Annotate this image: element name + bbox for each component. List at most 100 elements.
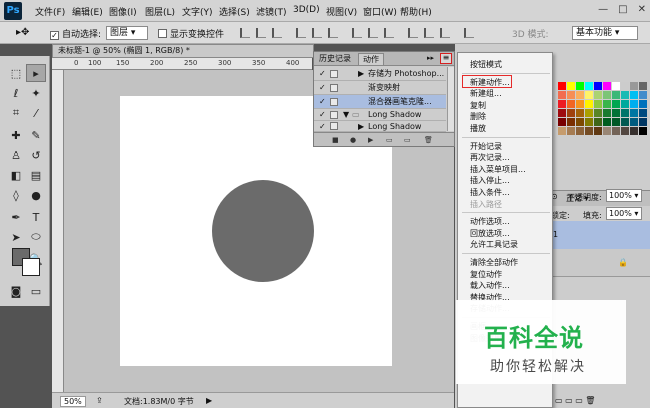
swatch-chip[interactable] xyxy=(612,91,620,99)
zoom-level[interactable]: 50% xyxy=(60,396,86,407)
dodge-tool-icon[interactable]: ● xyxy=(26,186,46,204)
swatch-chip[interactable] xyxy=(585,82,593,90)
swatch-chip[interactable] xyxy=(558,118,566,126)
swatch-chip[interactable] xyxy=(630,127,638,135)
swatch-chip[interactable] xyxy=(630,118,638,126)
brush-tool-icon[interactable]: ✎ xyxy=(26,126,46,144)
menu-item[interactable]: 复位动作 xyxy=(470,269,502,280)
close-icon[interactable]: ✕ xyxy=(638,4,646,15)
swatch-chip[interactable] xyxy=(585,91,593,99)
menu-layer[interactable]: 图层(L) xyxy=(145,5,175,18)
menu-edit[interactable]: 编辑(E) xyxy=(72,5,103,18)
swatch-chip[interactable] xyxy=(567,118,575,126)
menu-item[interactable]: 插入停止... xyxy=(470,175,510,186)
swatch-chip[interactable] xyxy=(603,127,611,135)
align-left-icon[interactable] xyxy=(296,28,306,38)
swatch-chip[interactable] xyxy=(630,82,638,90)
menu-item[interactable]: 播放 xyxy=(470,123,486,134)
align-center-icon[interactable] xyxy=(312,28,322,38)
swatch-chip[interactable] xyxy=(630,91,638,99)
swatch-chip[interactable] xyxy=(576,109,584,117)
swatch-chip[interactable] xyxy=(630,100,638,108)
menu-help[interactable]: 帮助(H) xyxy=(400,5,432,18)
menu-view[interactable]: 视图(V) xyxy=(326,5,357,18)
distribute-right-icon[interactable] xyxy=(440,28,450,38)
swatch-chip[interactable] xyxy=(621,109,629,117)
action-row[interactable]: ✓ 渐变映射 xyxy=(314,81,446,95)
swatch-chip[interactable] xyxy=(612,100,620,108)
swatch-chip[interactable] xyxy=(576,82,584,90)
tab-history[interactable]: 历史记录 xyxy=(315,53,355,65)
swatch-chip[interactable] xyxy=(621,118,629,126)
swatch-chip[interactable] xyxy=(594,127,602,135)
healing-brush-icon[interactable]: ✚ xyxy=(6,126,26,144)
swatch-chip[interactable] xyxy=(612,118,620,126)
swatch-chip[interactable] xyxy=(639,118,647,126)
swatch-chip[interactable] xyxy=(576,127,584,135)
stop-icon[interactable]: ■ xyxy=(332,136,339,144)
panel-menu-icon[interactable]: ≡ xyxy=(440,53,452,64)
workspace-dropdown[interactable]: 基本功能 ▾ xyxy=(572,26,638,40)
swatch-chip[interactable] xyxy=(558,109,566,117)
swatch-chip[interactable] xyxy=(567,109,575,117)
menu-item[interactable]: 载入动作... xyxy=(470,280,510,291)
swatch-chip[interactable] xyxy=(567,82,575,90)
action-row-selected[interactable]: ✓ 混合器画笔克隆... xyxy=(314,95,446,109)
actions-scrollbar[interactable] xyxy=(447,67,454,131)
swatch-chip[interactable] xyxy=(594,100,602,108)
menu-item[interactable]: 插入菜单项目... xyxy=(470,164,526,175)
swatch-chip[interactable] xyxy=(639,109,647,117)
menu-item[interactable]: 删除 xyxy=(470,111,486,122)
tab-actions[interactable]: 动作 xyxy=(358,53,384,65)
swatches-grid[interactable] xyxy=(558,82,647,182)
quick-mask-icon[interactable]: ◙ xyxy=(6,282,26,300)
swatch-chip[interactable] xyxy=(558,127,566,135)
menu-item[interactable]: 插入条件... xyxy=(470,187,510,198)
layer-row-selected[interactable]: 1 xyxy=(547,221,650,249)
fill-field[interactable]: 100% ▾ xyxy=(606,207,642,220)
distribute-middle-icon[interactable] xyxy=(368,28,378,38)
record-icon[interactable]: ● xyxy=(350,136,356,144)
menu-item[interactable]: 开始记录 xyxy=(470,141,502,152)
align-bottom-icon[interactable] xyxy=(272,28,282,38)
swatch-chip[interactable] xyxy=(603,118,611,126)
swatch-chip[interactable] xyxy=(612,82,620,90)
menu-item[interactable]: 按钮模式 xyxy=(470,59,502,70)
distribute-bottom-icon[interactable] xyxy=(384,28,394,38)
crop-tool-icon[interactable]: ⌗ xyxy=(6,104,26,122)
menu-item[interactable]: 再次记录... xyxy=(470,152,510,163)
new-action-icon[interactable]: ▭ xyxy=(404,136,411,144)
menu-item[interactable]: 清除全部动作 xyxy=(470,257,518,268)
swatch-chip[interactable] xyxy=(603,109,611,117)
move-tool-icon[interactable]: ▸ xyxy=(26,64,46,82)
swatch-chip[interactable] xyxy=(594,109,602,117)
type-tool-icon[interactable]: T xyxy=(26,208,46,226)
background-color[interactable] xyxy=(22,258,40,276)
swatch-chip[interactable] xyxy=(621,127,629,135)
swatch-chip[interactable] xyxy=(603,100,611,108)
ellipse-tool-icon[interactable]: ⬭ xyxy=(26,228,46,246)
move-tool-icon[interactable]: ▸✥ xyxy=(16,27,29,38)
play-icon[interactable]: ▶ xyxy=(368,136,373,144)
menu-image[interactable]: 图像(I) xyxy=(109,5,137,18)
swatch-chip[interactable] xyxy=(576,100,584,108)
minimize-icon[interactable]: — xyxy=(598,4,608,15)
action-row[interactable]: ✓ ▶ Long Shadow xyxy=(314,121,446,132)
swatch-chip[interactable] xyxy=(603,82,611,90)
path-select-icon[interactable]: ➤ xyxy=(6,228,26,246)
distribute-left-icon[interactable] xyxy=(408,28,418,38)
menu-select[interactable]: 选择(S) xyxy=(219,5,250,18)
swatch-chip[interactable] xyxy=(594,82,602,90)
auto-align-icon[interactable] xyxy=(464,28,474,38)
menu-window[interactable]: 窗口(W) xyxy=(363,5,397,18)
swatch-chip[interactable] xyxy=(567,100,575,108)
menu-item[interactable]: 回放选项... xyxy=(470,228,510,239)
swatch-chip[interactable] xyxy=(585,109,593,117)
collapse-icon[interactable]: ▸▸ xyxy=(427,54,434,62)
maximize-icon[interactable]: □ xyxy=(618,4,627,15)
lasso-tool-icon[interactable]: ℓ xyxy=(6,84,26,102)
export-icon[interactable]: ⇪ xyxy=(96,396,103,405)
history-brush-icon[interactable]: ↺ xyxy=(26,146,46,164)
swatch-chip[interactable] xyxy=(621,91,629,99)
blur-tool-icon[interactable]: ◊ xyxy=(6,186,26,204)
